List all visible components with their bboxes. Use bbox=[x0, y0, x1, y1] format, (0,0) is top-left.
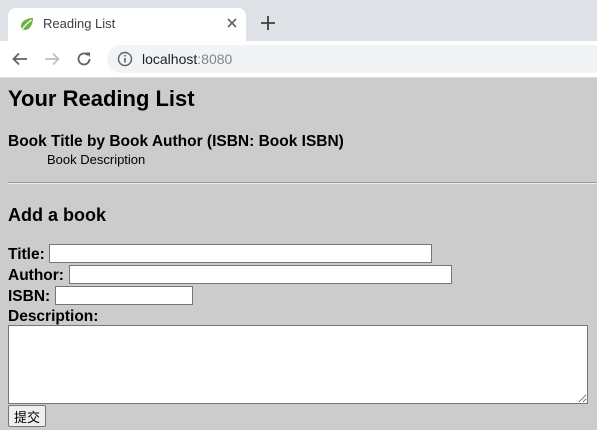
description-textarea[interactable] bbox=[8, 325, 588, 404]
description-label: Description: bbox=[8, 308, 99, 325]
add-book-heading: Add a book bbox=[8, 205, 106, 225]
isbn-label: ISBN: bbox=[8, 288, 51, 305]
author-input[interactable] bbox=[69, 265, 452, 284]
tab-strip: Reading List bbox=[0, 0, 597, 41]
tab-title: Reading List bbox=[43, 16, 116, 31]
url-text: localhost:8080 bbox=[142, 51, 232, 67]
book-description: Book Description bbox=[47, 152, 146, 167]
url-port: :8080 bbox=[197, 51, 233, 67]
spring-leaf-icon bbox=[21, 18, 33, 30]
title-input[interactable] bbox=[49, 244, 432, 263]
forward-arrow-icon[interactable] bbox=[43, 50, 61, 68]
title-label: Title: bbox=[8, 246, 45, 263]
author-label: Author: bbox=[8, 267, 64, 284]
divider bbox=[8, 182, 597, 184]
tab-reading-list[interactable]: Reading List bbox=[8, 8, 246, 41]
browser-toolbar: localhost:8080 bbox=[0, 41, 597, 78]
page-content: Your Reading List Book Title by Book Aut… bbox=[0, 78, 597, 430]
submit-button[interactable]: 提交 bbox=[8, 405, 47, 427]
book-entry: Book Title by Book Author (ISBN: Book IS… bbox=[8, 133, 344, 150]
info-icon[interactable] bbox=[117, 51, 133, 67]
isbn-input[interactable] bbox=[55, 286, 193, 305]
page-title: Your Reading List bbox=[8, 86, 195, 111]
close-icon[interactable] bbox=[224, 15, 240, 31]
new-tab-icon[interactable] bbox=[259, 14, 277, 32]
reload-icon[interactable] bbox=[75, 50, 93, 68]
back-arrow-icon[interactable] bbox=[11, 50, 29, 68]
url-host: localhost bbox=[142, 51, 198, 67]
address-bar[interactable]: localhost:8080 bbox=[107, 45, 597, 73]
